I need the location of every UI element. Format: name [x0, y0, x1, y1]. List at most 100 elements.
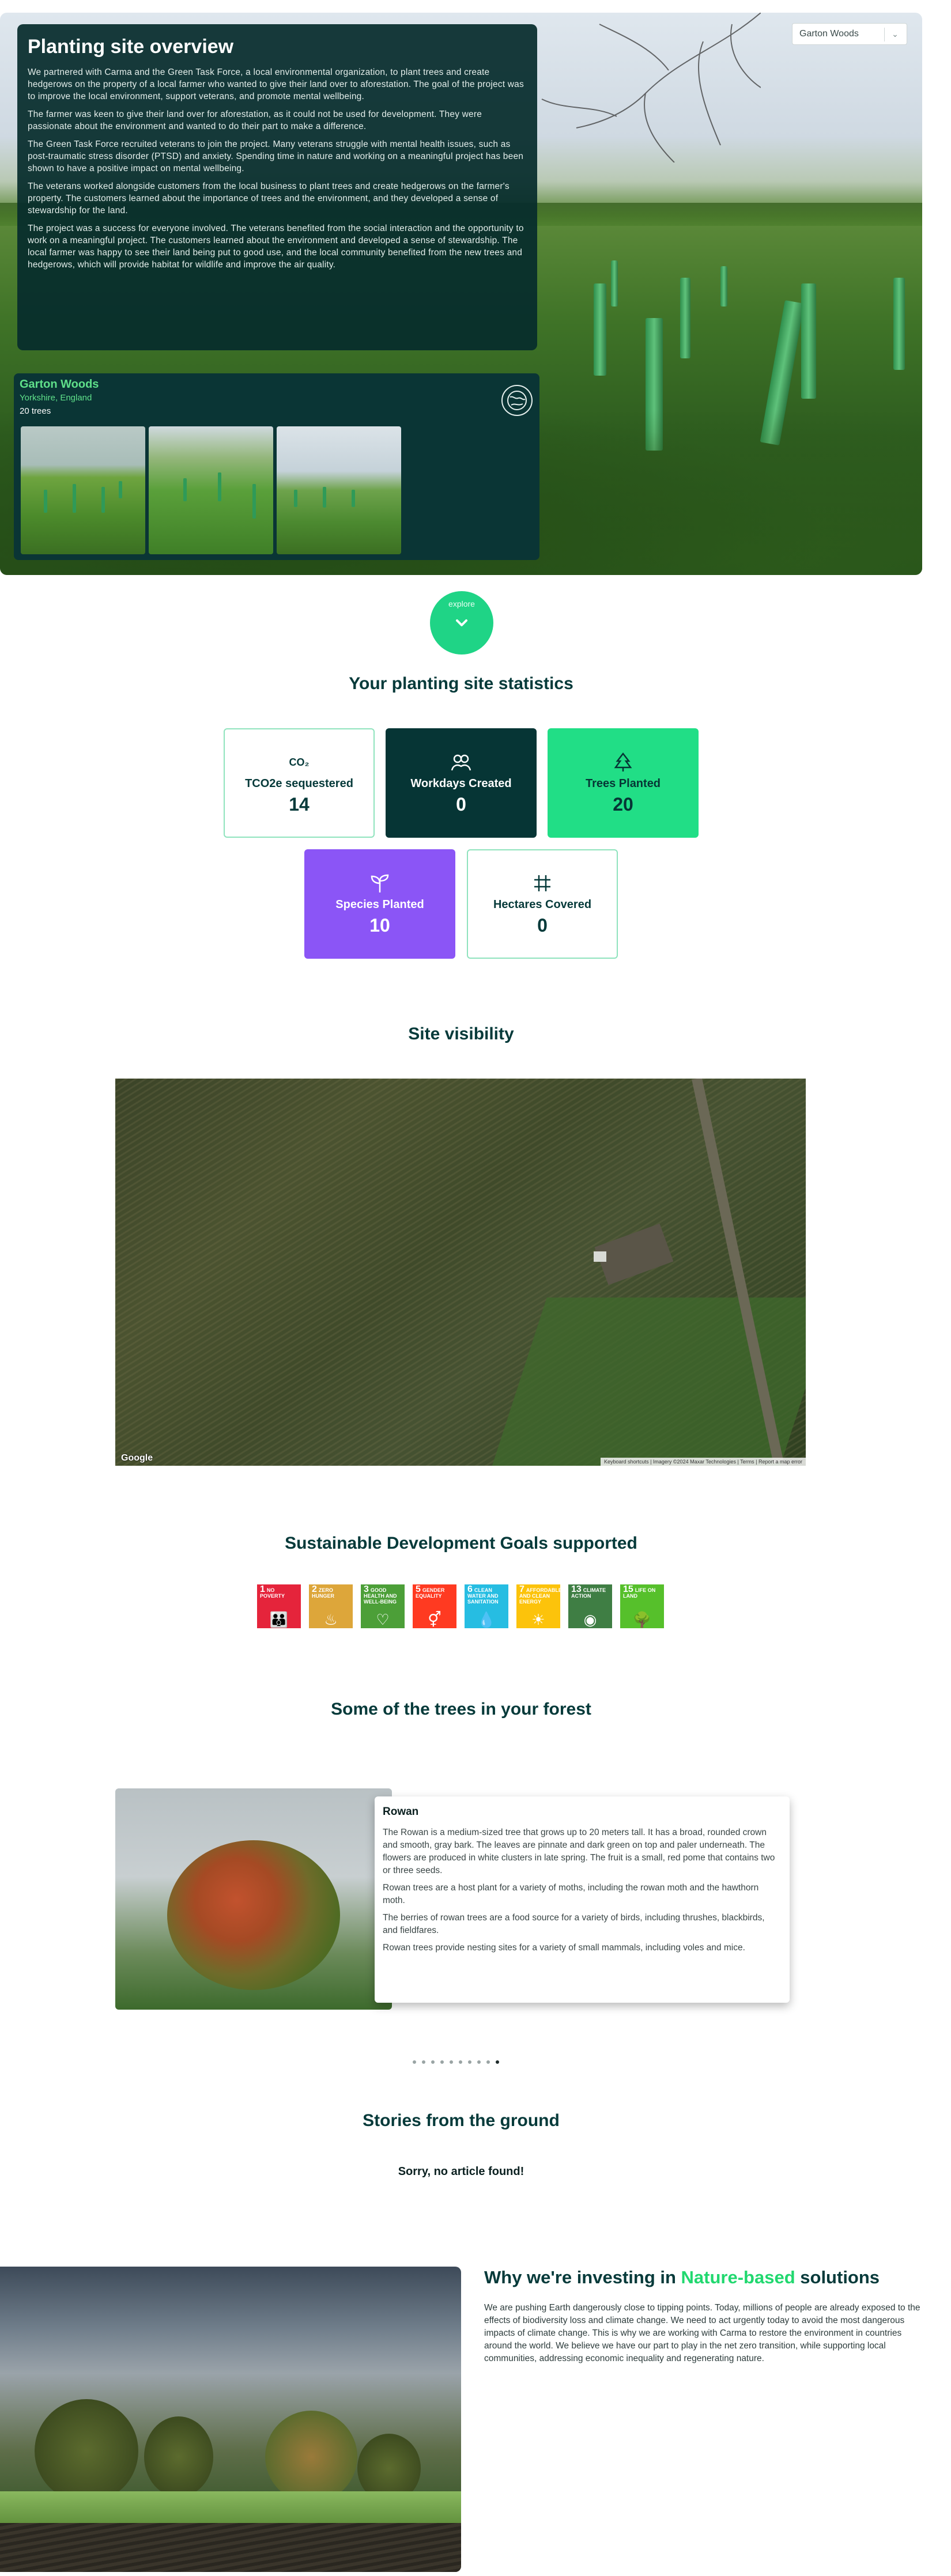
sdg-bowl-icon: ♨ [324, 1611, 338, 1628]
tree-guard [680, 278, 690, 358]
overview-paragraph: The Green Task Force recruited veterans … [28, 139, 524, 173]
sdg-eye-globe-icon: ◉ [583, 1611, 597, 1628]
tree-paragraph: Rowan trees are a host plant for a varie… [383, 1883, 759, 1905]
tree-branches-illustration [541, 13, 761, 162]
select-separator [884, 28, 885, 41]
site-photo[interactable] [149, 426, 273, 554]
carousel-dot[interactable] [440, 2060, 444, 2064]
carousel-dot[interactable] [422, 2060, 425, 2064]
stat-card-co2: CO₂ TCO2e sequestered 14 [224, 728, 375, 838]
sdg-1-tile: 1 NO POVERTY 👪 [257, 1584, 301, 1628]
stat-label: Species Planted [335, 898, 424, 911]
site-card: Garton Woods Yorkshire, England 20 trees [14, 373, 539, 560]
carousel-dot[interactable] [477, 2060, 481, 2064]
tree-photo [115, 1788, 392, 2010]
stat-card-workdays: Workdays Created 0 [386, 728, 537, 838]
site-location: Yorkshire, England [20, 393, 92, 403]
no-article-message: Sorry, no article found! [398, 2165, 524, 2178]
stat-label: Trees Planted [585, 777, 661, 790]
sdg-list: 1 NO POVERTY 👪 2 ZERO HUNGER ♨ 3 GOOD HEALTH … [257, 1584, 664, 1628]
explore-button[interactable]: explore [430, 591, 493, 655]
carousel-dot[interactable] [450, 2060, 453, 2064]
map-roof [594, 1251, 606, 1262]
stat-value: 0 [456, 794, 466, 815]
sdg-sun-icon: ☀ [531, 1611, 545, 1628]
explore-label: explore [448, 599, 475, 608]
overview-paragraph: The veterans worked alongside customers … [28, 181, 510, 215]
tree-name: Rowan [383, 1806, 419, 1818]
stats-title: Your planting site statistics [349, 674, 573, 693]
photo-tree [265, 2411, 357, 2503]
stat-card-trees: Trees Planted 20 [548, 728, 699, 838]
tree-guard [720, 266, 727, 307]
tree-info-card: Rowan The Rowan is a medium-sized tree t… [375, 1796, 790, 2003]
stat-label: Hectares Covered [493, 898, 592, 911]
photo-tree [144, 2416, 213, 2497]
tree-guard [594, 283, 606, 376]
chevron-down-icon[interactable]: ⌄ [889, 27, 901, 41]
stat-value: 20 [613, 794, 633, 815]
site-select-dropdown[interactable]: Garton Woods ⌄ [792, 23, 907, 45]
stat-value: 10 [369, 915, 390, 936]
satellite-map[interactable]: Google Keyboard shortcuts | Imagery ©202… [115, 1079, 806, 1466]
tree-paragraph: Rowan trees provide nesting sites for a … [383, 1943, 745, 1953]
tree-paragraph: The Rowan is a medium-sized tree that gr… [383, 1828, 775, 1875]
site-photo[interactable] [277, 426, 401, 554]
sdg-family-icon: 👪 [269, 1611, 289, 1628]
why-title-highlight: Nature-based [681, 2267, 795, 2287]
sdg-2-tile: 2 ZERO HUNGER ♨ [309, 1584, 353, 1628]
tree-guard [893, 278, 905, 370]
tree-icon [612, 751, 635, 774]
carousel-dot[interactable] [459, 2060, 462, 2064]
site-name: Garton Woods [20, 378, 99, 391]
tree-paragraph: The berries of rowan trees are a food so… [383, 1913, 765, 1935]
sdg-water-icon: 💧 [477, 1611, 496, 1628]
grid-icon [531, 872, 554, 895]
rowan-crown [167, 1840, 340, 1990]
carousel-dot[interactable] [496, 2060, 499, 2064]
map-attribution[interactable]: Keyboard shortcuts | Imagery ©2024 Maxar… [601, 1458, 806, 1466]
stat-card-species: Species Planted 10 [304, 849, 455, 959]
sdg-5-tile: 5 GENDER EQUALITY ⚥ [413, 1584, 456, 1628]
co2-icon: CO₂ [289, 756, 310, 768]
stat-card-hectares: Hectares Covered 0 [467, 849, 618, 959]
sdg-3-tile: 3 GOOD HEALTH AND WELL-BEING ♡ [361, 1584, 405, 1628]
site-photo[interactable] [21, 426, 145, 554]
photo-tree [35, 2399, 138, 2503]
carousel-dot[interactable] [468, 2060, 471, 2064]
sdg-tree-icon: 🌳 [632, 1611, 652, 1628]
sprout-icon [368, 872, 391, 895]
why-title: Why we're investing in Nature-based solu… [484, 2267, 880, 2287]
overview-paragraph: The farmer was keen to give their land o… [28, 109, 482, 131]
why-text: We are pushing Earth dangerously close t… [484, 2303, 920, 2363]
carousel-dot[interactable] [486, 2060, 490, 2064]
people-icon [450, 751, 473, 774]
planting-overview-panel: Planting site overview We partnered with… [17, 24, 537, 350]
trees-title: Some of the trees in your forest [331, 1700, 591, 1719]
overview-title: Planting site overview [28, 36, 234, 58]
stat-label: Workdays Created [410, 777, 512, 790]
overview-paragraph: We partnered with Carma and the Green Ta… [28, 67, 524, 101]
carousel-dot[interactable] [431, 2060, 435, 2064]
carousel-dot[interactable] [413, 2060, 416, 2064]
nature-photo [0, 2267, 461, 2572]
site-tree-count: 20 trees [20, 406, 51, 416]
sdg-6-tile: 6 CLEAN WATER AND SANITATION 💧 [465, 1584, 508, 1628]
sdg-7-tile: 7 AFFORDABLE AND CLEAN ENERGY ☀ [516, 1584, 562, 1628]
stat-label: TCO2e sequestered [245, 777, 353, 790]
site-photo-gallery [21, 426, 401, 554]
carousel-dots [413, 2060, 499, 2064]
stat-value: 0 [537, 915, 548, 936]
site-select-value: Garton Woods [799, 29, 859, 39]
photo-soil [0, 2523, 461, 2572]
sdg-13-tile: 13 CLIMATE ACTION ◉ [568, 1584, 612, 1628]
globe-icon[interactable] [501, 385, 533, 416]
stories-title: Stories from the ground [363, 2111, 560, 2130]
sdg-15-tile: 15 LIFE ON LAND 🌳 [620, 1584, 664, 1628]
visibility-title: Site visibility [408, 1024, 514, 1043]
sdg-gender-icon: ⚥ [428, 1611, 441, 1628]
tree-guard [611, 260, 618, 307]
sdg-heartbeat-icon: ♡ [376, 1611, 390, 1628]
stat-value: 14 [289, 794, 310, 815]
photo-grass [0, 2491, 461, 2526]
